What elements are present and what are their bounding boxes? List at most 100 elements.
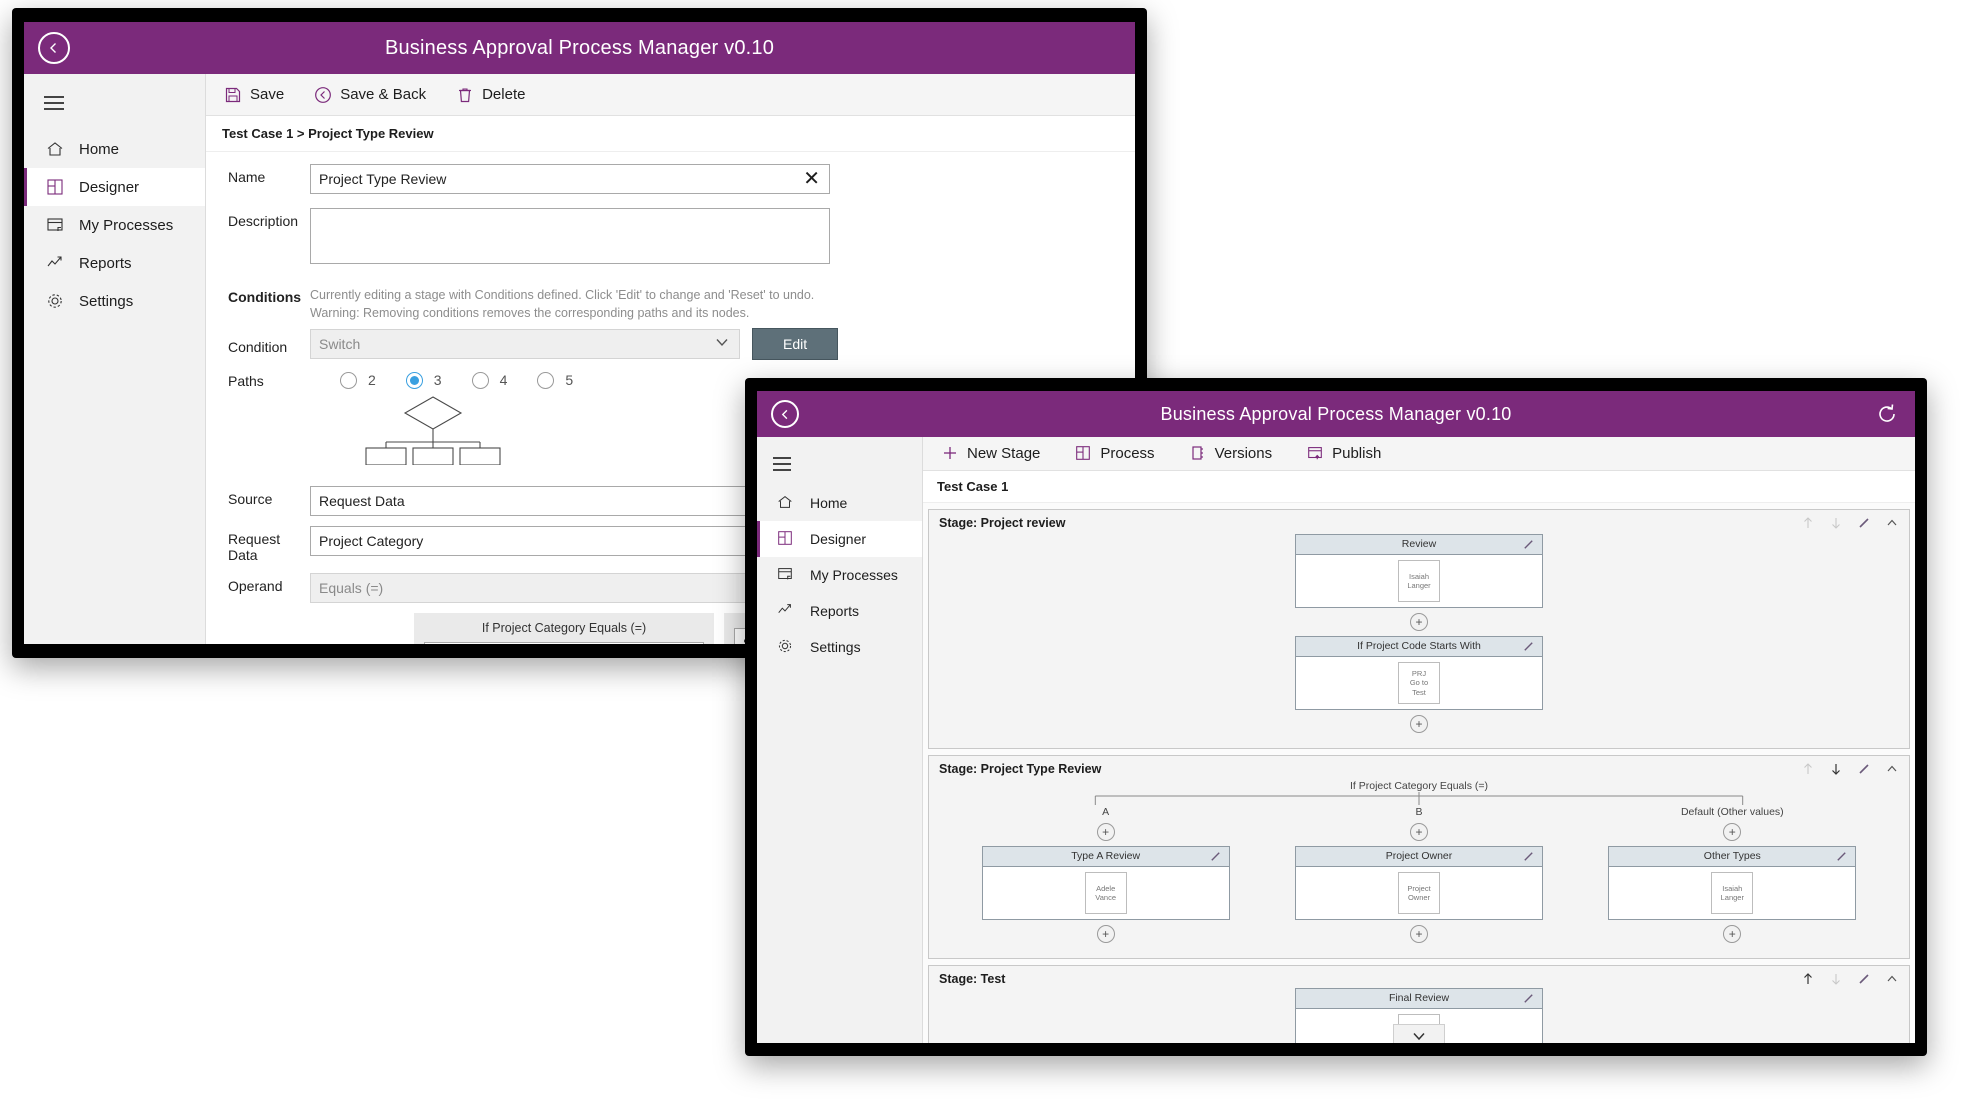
scroll-down-button[interactable] [1393,1023,1445,1043]
delete-button[interactable]: Delete [454,82,527,108]
path-radio-2[interactable] [340,371,357,389]
front-sidebar-label-reports: Reports [810,603,860,619]
condition-card-1-select[interactable]: Static value [424,642,704,644]
designer-canvas[interactable]: Stage: Project review Review Isaiah Lang… [923,502,1915,1043]
actor-chip[interactable]: Adele Vance [1084,871,1127,914]
actor-line-1: Adele [1096,883,1116,893]
node-review[interactable]: Review Isaiah Langer [1295,533,1543,608]
paths-radio-group: 2 3 4 5 [340,369,595,389]
node-title: Type A Review [1071,850,1141,863]
path-radio-4[interactable] [471,371,489,389]
edit-condition-button[interactable]: Edit [752,328,839,361]
actor-chip[interactable]: Project Owner [1397,871,1440,914]
pencil-icon[interactable] [1857,972,1871,986]
actor-line-1: Project [1407,883,1431,893]
front-sidebar-item-my-processes[interactable]: My Processes [757,557,922,593]
actor-chip[interactable]: Isaiah Langer [1398,559,1440,602]
pencil-icon[interactable] [1209,850,1222,868]
front-sidebar-item-designer[interactable]: Designer [757,521,922,557]
node-if-project-code[interactable]: If Project Code Starts With PRJ Go to Te… [1295,635,1543,710]
chevron-down-icon [1410,1027,1428,1043]
chevron-down-icon[interactable] [714,334,730,350]
collapse-chevron-icon[interactable] [1885,972,1899,986]
add-node-button[interactable]: + [1409,822,1428,841]
node-type-a-review[interactable]: Type A Review Adele Vance [981,845,1230,920]
sidebar-item-designer[interactable]: Designer [24,168,205,206]
sidebar-label-designer: Designer [79,178,140,196]
refresh-button[interactable] [1873,400,1901,428]
collapse-chevron-icon[interactable] [1885,762,1899,776]
reports-chart-icon [776,601,796,621]
condition-card-1: If Project Category Equals (=) Static va… [414,613,714,644]
up-arrow-icon[interactable] [1801,516,1815,530]
condition-card-1-title: If Project Category Equals (=) [481,621,647,636]
sidebar-item-settings[interactable]: Settings [24,282,205,320]
name-input[interactable]: Project Type Review [310,164,830,194]
up-arrow-icon[interactable] [1801,762,1815,776]
up-arrow-icon[interactable] [1801,972,1815,986]
pencil-icon[interactable] [1522,640,1535,658]
down-arrow-icon[interactable] [1829,516,1843,530]
front-back-button[interactable] [771,400,799,428]
front-sidebar-label-settings: Settings [810,639,861,655]
down-arrow-icon[interactable] [1829,972,1843,986]
conditions-help: Currently editing a stage with Condition… [310,284,870,322]
add-node-button[interactable]: + [1409,924,1428,943]
condition-select[interactable]: Switch [310,329,740,360]
pencil-icon[interactable] [1857,516,1871,530]
add-node-button[interactable]: + [1410,612,1428,631]
actor-line-2: Owner [1407,892,1431,902]
new-stage-button[interactable]: New Stage [939,440,1042,466]
front-menu-toggle[interactable] [757,443,922,485]
sidebar-item-home[interactable]: Home [24,130,205,168]
save-and-back-button[interactable]: Save & Back [312,82,428,108]
back-breadcrumb: Test Case 1 > Project Type Review [206,116,1135,152]
front-sidebar-item-reports[interactable]: Reports [757,593,922,629]
sidebar-label-settings: Settings [79,292,134,310]
publish-icon [1306,444,1324,462]
versions-button[interactable]: Versions [1187,440,1275,466]
back-menu-toggle[interactable] [24,80,205,126]
add-node-button[interactable]: + [1723,924,1742,943]
save-and-back-label: Save & Back [340,86,427,103]
new-stage-label: New Stage [967,444,1041,462]
clear-name-icon[interactable]: ✕ [803,168,820,190]
pencil-icon[interactable] [1522,538,1535,556]
node-other-types[interactable]: Other Types Isaiah Langer [1608,845,1857,920]
front-sidebar: Home Designer My Processes Reports Setti… [757,437,923,1043]
add-node-button[interactable]: + [1096,924,1115,943]
pencil-icon[interactable] [1522,850,1535,868]
path-radio-3[interactable] [405,371,423,389]
actor-chip[interactable]: PRJ Go to Test [1398,661,1440,704]
back-circle-icon [314,86,332,104]
pencil-icon[interactable] [1835,850,1848,868]
stage-title: Stage: Project review [939,515,1066,530]
versions-label: Versions [1214,444,1273,462]
front-sidebar-item-settings[interactable]: Settings [757,629,922,665]
sidebar-item-my-processes[interactable]: My Processes [24,206,205,244]
collapse-chevron-icon[interactable] [1885,516,1899,530]
down-arrow-icon[interactable] [1829,762,1843,776]
save-button[interactable]: Save [222,82,286,108]
process-button[interactable]: Process [1072,440,1156,466]
add-node-button[interactable]: + [1096,822,1115,841]
front-sidebar-item-home[interactable]: Home [757,485,922,521]
actor-line-1: Isaiah [1408,571,1429,581]
back-button[interactable] [38,32,70,64]
path-radio-5[interactable] [537,371,555,389]
node-project-owner[interactable]: Project Owner Project Owner [1294,845,1543,920]
stage-actions [1801,972,1899,986]
actor-line-3: Test [1412,687,1426,697]
description-input[interactable] [310,208,830,264]
sidebar-item-reports[interactable]: Reports [24,244,205,282]
pencil-icon[interactable] [1522,992,1535,1010]
pencil-icon[interactable] [1857,762,1871,776]
actor-chip[interactable]: Isaiah Langer [1711,871,1754,914]
add-node-button[interactable]: + [1410,714,1428,733]
back-arrow-icon [781,409,787,419]
add-node-button[interactable]: + [1723,822,1742,841]
description-row: Description [206,208,1135,264]
path-label-4: 4 [499,372,508,389]
publish-button[interactable]: Publish [1304,440,1383,466]
trash-icon [456,86,474,104]
